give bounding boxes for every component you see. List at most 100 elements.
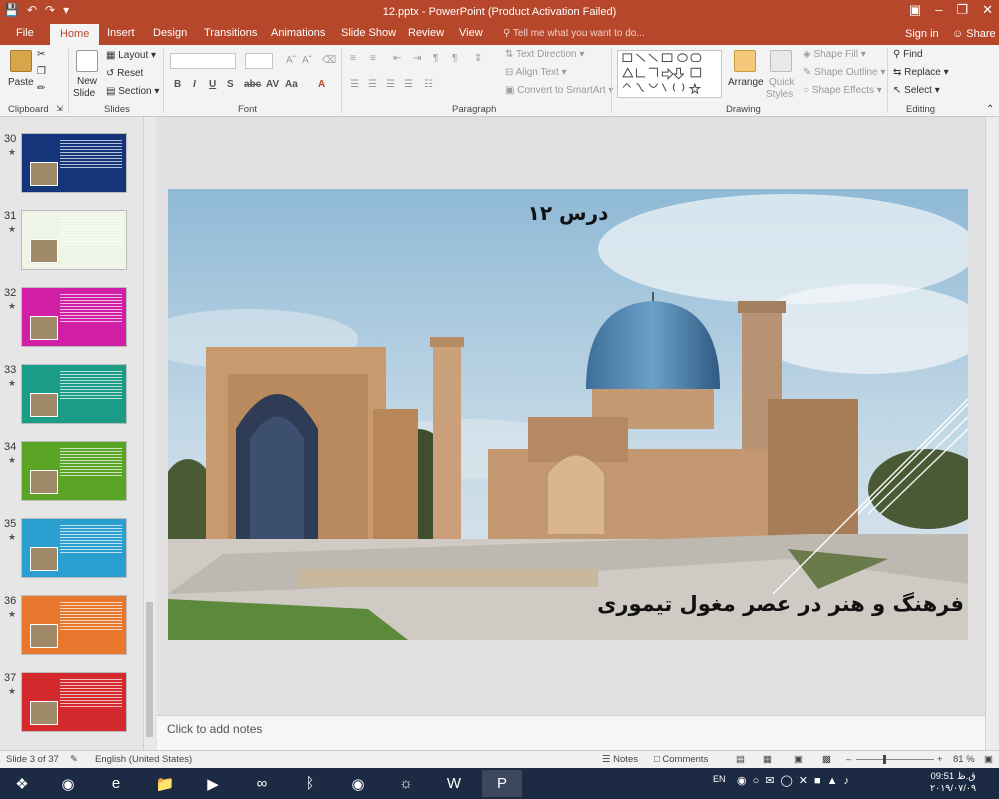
slide-thumbnail-image[interactable] bbox=[21, 595, 127, 655]
tab-slideshow[interactable]: Slide Show bbox=[341, 27, 396, 39]
minimize-icon[interactable]: – bbox=[935, 2, 942, 18]
layout-button[interactable]: ▦ Layout ▾ bbox=[106, 50, 156, 61]
font-name-input[interactable] bbox=[170, 53, 236, 69]
quick-styles-icon[interactable] bbox=[770, 50, 792, 72]
bluetooth-icon[interactable]: ᛒ bbox=[290, 770, 330, 797]
normal-view-icon[interactable]: ▤ bbox=[736, 754, 745, 765]
rtl-icon[interactable]: ¶ bbox=[433, 53, 438, 64]
slide-thumbnail[interactable]: 30 ★ bbox=[0, 133, 140, 197]
strikethrough-icon[interactable]: abc bbox=[244, 79, 261, 90]
slide-thumbnail-image[interactable] bbox=[21, 672, 127, 732]
thumbnail-scroll-thumb[interactable] bbox=[146, 602, 153, 737]
tray-lang[interactable]: EN bbox=[713, 774, 726, 784]
collapse-ribbon-icon[interactable]: ⌃ bbox=[986, 104, 994, 115]
slideshow-view-icon[interactable]: ▩ bbox=[822, 754, 831, 765]
file-explorer-icon[interactable]: 📁 bbox=[145, 770, 185, 797]
notes-pane[interactable]: Click to add notes bbox=[157, 715, 985, 750]
font-color-icon[interactable]: A bbox=[318, 79, 325, 90]
italic-icon[interactable]: I bbox=[193, 79, 196, 90]
new-slide-label-2[interactable]: Slide bbox=[73, 88, 95, 99]
columns-icon[interactable]: ☷ bbox=[424, 79, 433, 90]
line-spacing-icon[interactable]: ⇕ bbox=[474, 53, 482, 64]
shrink-font-icon[interactable]: Aˇ bbox=[302, 55, 312, 66]
internet-explorer-icon[interactable]: e bbox=[96, 770, 136, 797]
share-button[interactable]: ☺ Share bbox=[952, 28, 996, 40]
word-icon[interactable]: W bbox=[434, 770, 474, 797]
format-painter-icon[interactable]: ✏ bbox=[37, 83, 45, 94]
arrange-button[interactable]: Arrange bbox=[728, 77, 764, 88]
arrange-icon[interactable] bbox=[734, 50, 756, 72]
increase-indent-icon[interactable]: ⇥ bbox=[413, 53, 421, 64]
quick-styles-label-1[interactable]: Quick bbox=[769, 77, 795, 88]
convert-smartart-button[interactable]: ▣ Convert to SmartArt ▾ bbox=[505, 85, 613, 96]
tab-transitions[interactable]: Transitions bbox=[204, 27, 257, 39]
restore-icon[interactable]: ❐ bbox=[956, 2, 968, 18]
find-button[interactable]: ⚲ Find bbox=[893, 49, 923, 60]
slide-title[interactable]: درس ۱۲ bbox=[168, 201, 968, 225]
slide-thumbnail-image[interactable] bbox=[21, 287, 127, 347]
zoom-out-icon[interactable]: – bbox=[846, 754, 851, 765]
cut-icon[interactable]: ✂ bbox=[37, 49, 45, 60]
current-slide[interactable]: درس ۱۲ فرهنگ و هنر در عصر مغول تیموری bbox=[168, 189, 968, 640]
slide-thumbnail-image[interactable] bbox=[21, 210, 127, 270]
tab-animations[interactable]: Animations bbox=[271, 27, 325, 39]
start-button-icon[interactable]: ❖ bbox=[2, 770, 42, 797]
slide-sorter-icon[interactable]: ▦ bbox=[763, 754, 772, 765]
zoom-slider-track[interactable] bbox=[856, 759, 934, 760]
char-spacing-icon[interactable]: AV bbox=[266, 79, 279, 90]
shape-fill-button[interactable]: ◈ Shape Fill ▾ bbox=[803, 49, 866, 60]
slide-thumbnail[interactable]: 31 ★ bbox=[0, 210, 140, 274]
new-slide-icon[interactable] bbox=[76, 50, 98, 72]
visual-studio-icon[interactable]: ∞ bbox=[242, 770, 282, 797]
notes-placeholder[interactable]: Click to add notes bbox=[167, 722, 262, 736]
slide-thumbnail-image[interactable] bbox=[21, 364, 127, 424]
dialog-launcher-icon[interactable]: ⇲ bbox=[56, 104, 63, 113]
zoom-level[interactable]: 81 % bbox=[953, 754, 975, 765]
vertical-scrollbar[interactable] bbox=[985, 117, 999, 750]
powerpoint-icon[interactable]: P bbox=[482, 770, 522, 797]
ltr-icon[interactable]: ¶ bbox=[452, 53, 457, 64]
zoom-slider-knob[interactable] bbox=[883, 755, 886, 764]
copy-icon[interactable]: ❐ bbox=[37, 66, 46, 77]
paste-icon[interactable] bbox=[10, 50, 32, 72]
align-text-button[interactable]: ⊟ Align Text ▾ bbox=[505, 67, 567, 78]
shadow-icon[interactable]: S bbox=[227, 79, 234, 90]
select-button[interactable]: ↖ Select ▾ bbox=[893, 85, 940, 96]
screen-recorder-icon[interactable]: ◉ bbox=[338, 770, 378, 797]
close-icon[interactable]: ✕ bbox=[982, 2, 993, 18]
spellcheck-icon[interactable]: ✎ bbox=[70, 754, 78, 765]
tab-insert[interactable]: Insert bbox=[107, 27, 135, 39]
align-right-icon[interactable]: ☰ bbox=[386, 79, 395, 90]
bullets-icon[interactable]: ≡ bbox=[350, 53, 356, 64]
chrome-icon[interactable]: ◉ bbox=[48, 770, 88, 797]
notes-toggle[interactable]: ☰ Notes bbox=[602, 754, 638, 765]
ribbon-display-icon[interactable]: ▣ bbox=[909, 2, 921, 18]
slide-thumbnail[interactable]: 33 ★ bbox=[0, 364, 140, 428]
paste-button[interactable]: Paste bbox=[8, 77, 34, 88]
thumbnail-scrollbar[interactable] bbox=[143, 117, 155, 750]
replace-button[interactable]: ⇆ Replace ▾ bbox=[893, 67, 949, 78]
change-case-icon[interactable]: Aa bbox=[285, 79, 298, 90]
bold-icon[interactable]: B bbox=[174, 79, 181, 90]
tab-review[interactable]: Review bbox=[408, 27, 444, 39]
language-indicator[interactable]: English (United States) bbox=[95, 754, 192, 765]
tab-view[interactable]: View bbox=[459, 27, 483, 39]
firefox-icon[interactable]: ☼ bbox=[386, 770, 426, 797]
tab-file[interactable]: File bbox=[16, 27, 34, 39]
comments-toggle[interactable]: □ Comments bbox=[654, 754, 708, 765]
new-slide-label-1[interactable]: New bbox=[77, 76, 97, 87]
taskbar-clock[interactable]: 09:51 ق.ظ ۲۰۱۹/۰۷/۰۹ bbox=[930, 771, 976, 795]
grow-font-icon[interactable]: Aˆ bbox=[286, 55, 296, 66]
sign-in-link[interactable]: Sign in bbox=[905, 28, 939, 40]
tab-design[interactable]: Design bbox=[153, 27, 187, 39]
shape-effects-button[interactable]: ○ Shape Effects ▾ bbox=[803, 85, 882, 96]
slide-thumbnail-image[interactable] bbox=[21, 133, 127, 193]
justify-icon[interactable]: ☰ bbox=[404, 79, 413, 90]
slide-thumbnail[interactable]: 35 ★ bbox=[0, 518, 140, 582]
slide-thumbnail[interactable]: 37 ★ bbox=[0, 672, 140, 736]
slide-thumbnail[interactable]: 34 ★ bbox=[0, 441, 140, 505]
slide-thumbnail-image[interactable] bbox=[21, 518, 127, 578]
tell-me-box[interactable]: ⚲ Tell me what you want to do... bbox=[503, 28, 645, 39]
slide-thumbnail-image[interactable] bbox=[21, 441, 127, 501]
reset-button[interactable]: ↺ Reset bbox=[106, 68, 143, 79]
